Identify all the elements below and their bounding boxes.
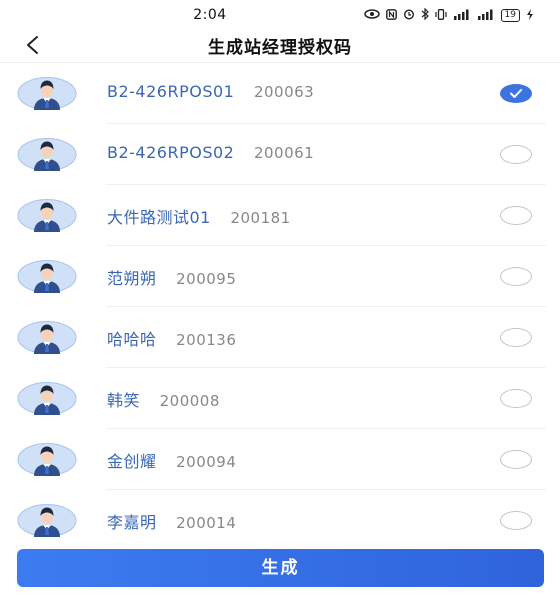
manager-text: 哈哈哈 200136 bbox=[107, 326, 236, 350]
manager-code: 200181 bbox=[230, 209, 291, 227]
manager-text: 金创耀 200094 bbox=[107, 448, 236, 472]
select-radio[interactable] bbox=[500, 145, 532, 164]
manager-list-item[interactable]: 金创耀 200094 bbox=[0, 429, 560, 490]
manager-code: 200095 bbox=[176, 270, 237, 288]
nfc-icon bbox=[385, 8, 397, 23]
manager-text: 韩笑 200008 bbox=[107, 387, 220, 411]
select-radio[interactable] bbox=[500, 267, 532, 286]
manager-name: 李嘉明 bbox=[107, 513, 157, 532]
manager-text: B2-426RPOS01 200063 bbox=[107, 82, 314, 101]
manager-name: 金创耀 bbox=[107, 452, 157, 471]
footer: 生成 bbox=[0, 542, 560, 595]
page-title: 生成站经理授权码 bbox=[208, 38, 352, 58]
signal-icon bbox=[453, 9, 471, 23]
manager-text: 大件路测试01 200181 bbox=[107, 204, 291, 228]
status-bar: 2:04 19 bbox=[0, 0, 560, 30]
manager-code: 200094 bbox=[176, 453, 237, 471]
eye-icon bbox=[363, 9, 380, 22]
manager-list-item[interactable]: 李嘉明 200014 bbox=[0, 490, 560, 542]
manager-name: B2-426RPOS02 bbox=[107, 143, 235, 162]
manager-code: 200063 bbox=[253, 83, 315, 101]
select-radio[interactable] bbox=[500, 389, 532, 408]
charging-icon bbox=[526, 8, 534, 23]
manager-code: 200136 bbox=[176, 331, 237, 349]
status-time: 2:04 bbox=[193, 7, 227, 23]
manager-name: 哈哈哈 bbox=[107, 330, 157, 349]
avatar bbox=[17, 321, 77, 354]
alarm-icon bbox=[403, 8, 415, 23]
avatar bbox=[17, 77, 77, 110]
manager-list-item[interactable]: B2-426RPOS02 200061 bbox=[0, 124, 560, 185]
manager-name: B2-426RPOS01 bbox=[107, 82, 235, 101]
manager-text: 李嘉明 200014 bbox=[107, 509, 236, 533]
generate-button[interactable]: 生成 bbox=[17, 549, 544, 587]
select-radio[interactable] bbox=[500, 328, 532, 347]
avatar bbox=[17, 260, 77, 293]
manager-list-item[interactable]: 韩笑 200008 bbox=[0, 368, 560, 429]
manager-list-item[interactable]: B2-426RPOS01 200063 bbox=[0, 63, 560, 124]
manager-name: 大件路测试01 bbox=[107, 208, 211, 227]
vibrate-icon bbox=[434, 8, 447, 23]
avatar bbox=[17, 504, 77, 537]
select-radio[interactable] bbox=[500, 511, 532, 530]
manager-code: 200008 bbox=[159, 392, 220, 410]
status-icons: 19 bbox=[363, 7, 534, 23]
avatar bbox=[17, 443, 77, 476]
manager-code: 200014 bbox=[176, 514, 237, 532]
select-radio[interactable] bbox=[500, 84, 532, 103]
manager-name: 韩笑 bbox=[107, 391, 141, 410]
avatar bbox=[17, 138, 77, 171]
manager-list-item[interactable]: 哈哈哈 200136 bbox=[0, 307, 560, 368]
select-radio[interactable] bbox=[500, 206, 532, 225]
bluetooth-icon bbox=[421, 7, 429, 23]
manager-name: 范朔朔 bbox=[107, 269, 157, 288]
select-radio[interactable] bbox=[500, 450, 532, 469]
manager-text: B2-426RPOS02 200061 bbox=[107, 143, 314, 162]
signal-icon bbox=[477, 9, 495, 23]
manager-list-item[interactable]: 大件路测试01 200181 bbox=[0, 185, 560, 246]
manager-list-item[interactable]: 范朔朔 200095 bbox=[0, 246, 560, 307]
manager-code: 200061 bbox=[253, 144, 315, 162]
manager-list: B2-426RPOS01 200063 B2-426RPOS02 200061 bbox=[0, 62, 560, 542]
avatar bbox=[17, 382, 77, 415]
avatar bbox=[17, 199, 77, 232]
manager-text: 范朔朔 200095 bbox=[107, 265, 236, 289]
nav-bar: 生成站经理授权码 bbox=[0, 28, 560, 62]
battery-icon: 19 bbox=[500, 9, 520, 22]
